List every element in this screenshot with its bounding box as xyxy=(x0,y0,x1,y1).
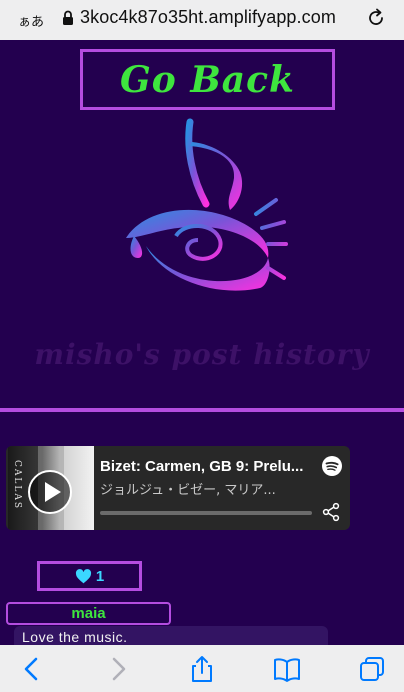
track-title[interactable]: Bizet: Carmen, GB 9: Prelu... xyxy=(100,458,310,475)
section-divider xyxy=(0,408,404,412)
track-artist[interactable]: ジョルジュ・ビゼー, マリア... xyxy=(100,479,310,498)
forward-arrow-icon[interactable] xyxy=(104,655,132,683)
comment-author[interactable]: maia xyxy=(6,602,171,625)
lock-icon xyxy=(63,10,73,25)
like-count: 1 xyxy=(95,567,105,585)
tabs-icon[interactable] xyxy=(358,655,386,683)
back-arrow-icon[interactable] xyxy=(18,655,46,683)
post-history-title: misho's post history xyxy=(34,338,370,371)
like-button[interactable]: 1 xyxy=(37,561,142,591)
share-sheet-icon[interactable] xyxy=(188,655,216,683)
heart-icon xyxy=(75,568,91,583)
browser-address-bar[interactable]: ぁあ 3koc4k87o35ht.amplifyapp.com xyxy=(0,0,404,40)
browser-toolbar xyxy=(0,645,404,692)
share-icon[interactable] xyxy=(321,502,341,522)
go-back-button[interactable]: Go Back xyxy=(80,49,335,110)
bookmarks-icon[interactable] xyxy=(273,655,301,683)
text-size-button[interactable]: ぁあ xyxy=(18,11,44,30)
reload-icon[interactable] xyxy=(366,8,386,28)
playback-progress-bar[interactable] xyxy=(100,511,312,515)
go-back-label: Go Back xyxy=(120,58,295,101)
cover-artist-text: CALLAS xyxy=(12,460,22,511)
url-text[interactable]: 3koc4k87o35ht.amplifyapp.com xyxy=(80,7,336,28)
spotify-embed[interactable]: CALLAS Bizet: Carmen, GB 9: Prelu... ジョル… xyxy=(6,446,350,530)
play-icon[interactable] xyxy=(28,470,72,514)
spotify-icon[interactable] xyxy=(322,456,342,476)
music-eye-logo xyxy=(126,118,288,291)
